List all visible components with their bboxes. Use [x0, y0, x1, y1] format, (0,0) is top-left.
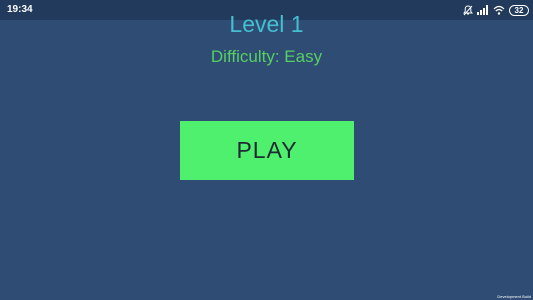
play-button[interactable]: PLAY	[180, 121, 354, 180]
level-title: Level 1	[229, 11, 304, 37]
difficulty-label: Difficulty: Easy	[210, 47, 323, 66]
development-build-watermark: Development Build	[497, 294, 531, 299]
